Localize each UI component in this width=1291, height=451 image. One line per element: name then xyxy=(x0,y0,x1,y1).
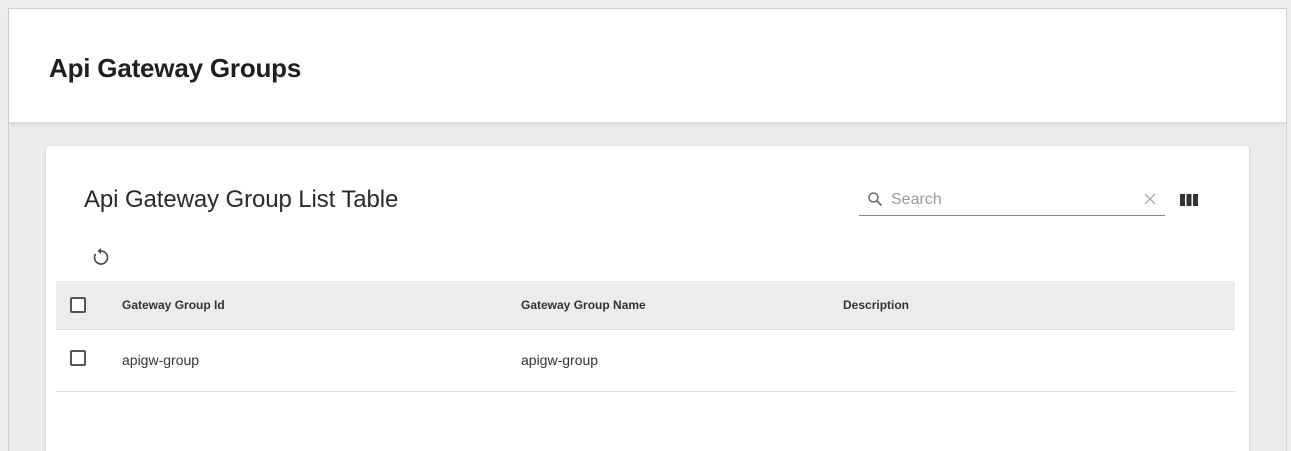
cell-gateway-group-name: apigw-group xyxy=(521,352,599,368)
table-card: Api Gateway Group List Table Gateway Gro… xyxy=(46,146,1249,451)
table-row[interactable]: apigw-group apigw-group xyxy=(56,330,1235,392)
table-header-row: Gateway Group Id Gateway Group Name Desc… xyxy=(56,281,1235,330)
column-header-gateway-group-id[interactable]: Gateway Group Id xyxy=(122,298,225,312)
page-header: Api Gateway Groups xyxy=(9,9,1286,123)
column-header-gateway-group-name[interactable]: Gateway Group Name xyxy=(521,298,646,312)
search-input[interactable] xyxy=(891,188,1131,212)
column-header-description[interactable]: Description xyxy=(843,298,909,312)
row-checkbox[interactable] xyxy=(70,350,86,366)
select-all-checkbox[interactable] xyxy=(70,297,86,313)
app-frame: Api Gateway Groups Api Gateway Group Lis… xyxy=(8,8,1287,451)
refresh-icon[interactable] xyxy=(91,247,111,267)
table-title: Api Gateway Group List Table xyxy=(84,186,399,213)
view-columns-icon[interactable] xyxy=(1179,192,1199,208)
search-field[interactable] xyxy=(859,184,1165,216)
close-icon[interactable] xyxy=(1141,190,1159,208)
page-title: Api Gateway Groups xyxy=(49,53,302,83)
cell-gateway-group-id: apigw-group xyxy=(122,352,200,368)
search-icon xyxy=(868,192,882,206)
